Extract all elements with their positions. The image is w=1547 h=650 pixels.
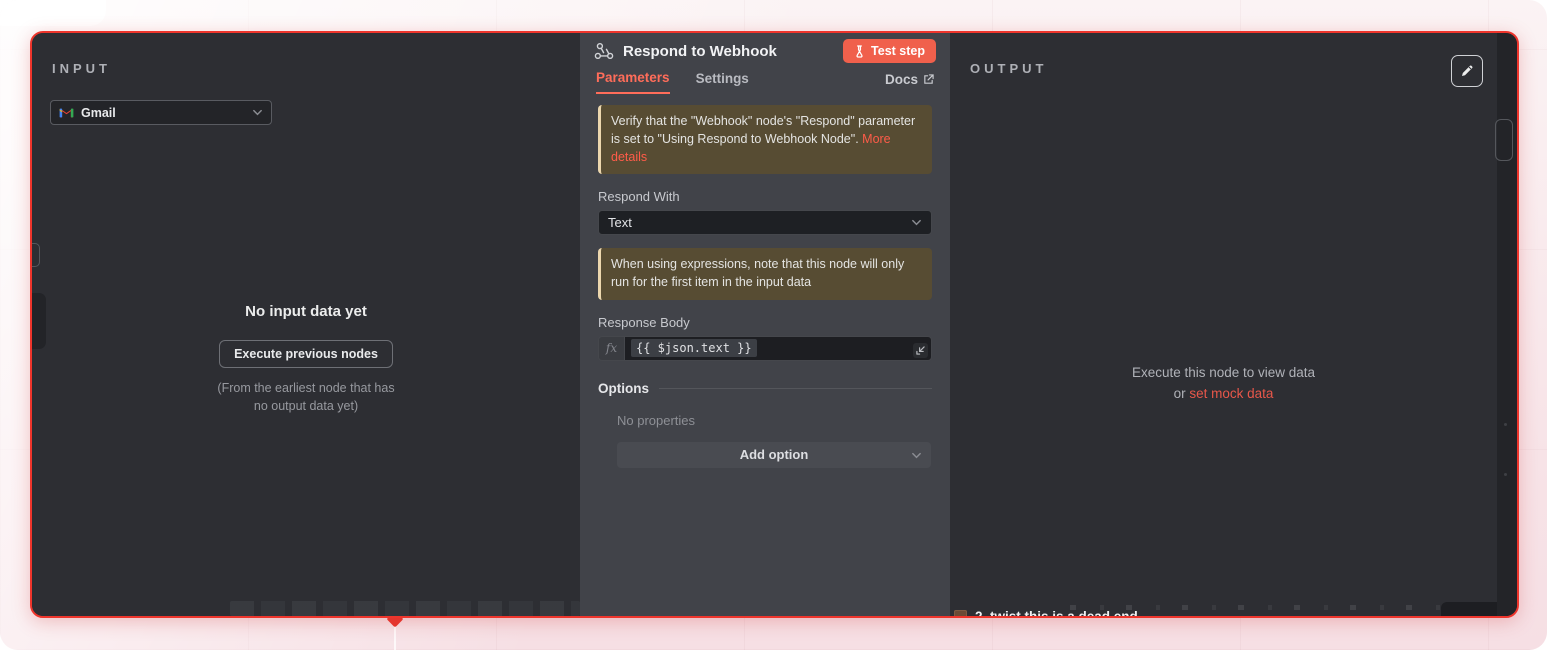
input-empty-caption: (From the earliest node that has no outp… [32,379,580,415]
node-parameters-body: Verify that the "Webhook" node's "Respon… [580,95,950,616]
strip-dot [1504,423,1507,426]
fx-icon[interactable]: fx [598,336,624,361]
edit-output-button[interactable] [1451,55,1483,87]
webhook-icon [594,42,614,60]
docs-link[interactable]: Docs [885,72,934,93]
input-source-select[interactable]: Gmail [50,100,272,125]
clipped-output-item: 2. twist this is a dead end [954,609,1138,618]
right-edge-strip [1497,33,1517,616]
test-step-button[interactable]: Test step [843,39,936,63]
flask-icon [854,45,865,58]
response-body-label: Response Body [598,315,932,330]
workflow-canvas: INPUT Gmail No input data yet Execute pr… [0,0,1547,650]
node-settings-panel: Respond to Webhook Test step Parameters … [580,33,950,616]
chevron-down-icon [911,450,922,461]
add-option-button[interactable]: Add option [617,442,931,468]
chevron-down-icon [911,217,922,228]
response-body-input[interactable]: {{ $json.text }} [624,336,932,361]
clipped-edge-tab [30,293,46,349]
pencil-icon [1460,64,1474,78]
background-node-ghost [0,0,106,26]
node-title: Respond to Webhook [623,43,843,60]
tab-settings[interactable]: Settings [696,71,749,93]
strip-dot [1504,473,1507,476]
clipped-edge-widget [30,243,40,267]
gmail-icon [59,107,74,119]
clipped-bottom-ticks [230,601,580,616]
output-panel-title: OUTPUT [970,61,1047,76]
respond-with-label: Respond With [598,189,932,204]
expression-value: {{ $json.text }} [631,339,757,357]
output-empty-state: Execute this node to view data or set mo… [950,363,1497,405]
expand-expression-button[interactable] [913,343,928,358]
node-details-modal: INPUT Gmail No input data yet Execute pr… [30,31,1519,618]
output-panel: OUTPUT Execute this node to view data or… [950,33,1497,616]
input-source-label: Gmail [81,106,252,120]
options-label: Options [598,381,649,396]
node-header: Respond to Webhook Test step [580,33,950,69]
options-section-header: Options [598,381,932,396]
input-panel-title: INPUT [52,61,111,76]
input-empty-title: No input data yet [32,303,580,320]
set-mock-data-link[interactable]: set mock data [1189,386,1273,401]
tab-parameters[interactable]: Parameters [596,70,670,94]
clipped-side-widget [1495,119,1513,161]
clipped-item-icon [954,610,967,618]
options-divider [659,388,932,389]
input-empty-state: No input data yet Execute previous nodes… [32,303,580,415]
output-empty-line1: Execute this node to view data [950,363,1497,384]
output-empty-line2: or set mock data [950,384,1497,405]
respond-with-select[interactable]: Text [598,210,932,235]
expressions-notice: When using expressions, note that this n… [598,248,932,300]
input-panel: INPUT Gmail No input data yet Execute pr… [32,33,580,616]
no-properties-text: No properties [617,413,932,428]
respond-with-value: Text [608,215,911,230]
chevron-down-icon [252,107,263,118]
response-body-field: fx {{ $json.text }} [598,336,932,361]
external-link-icon [923,74,934,85]
clipped-item-title: 2. twist this is a dead end [975,609,1138,618]
expand-icon [916,346,925,355]
webhook-respond-notice: Verify that the "Webhook" node's "Respon… [598,105,932,174]
execute-previous-nodes-button[interactable]: Execute previous nodes [219,340,393,368]
node-tabs: Parameters Settings Docs [580,69,950,95]
